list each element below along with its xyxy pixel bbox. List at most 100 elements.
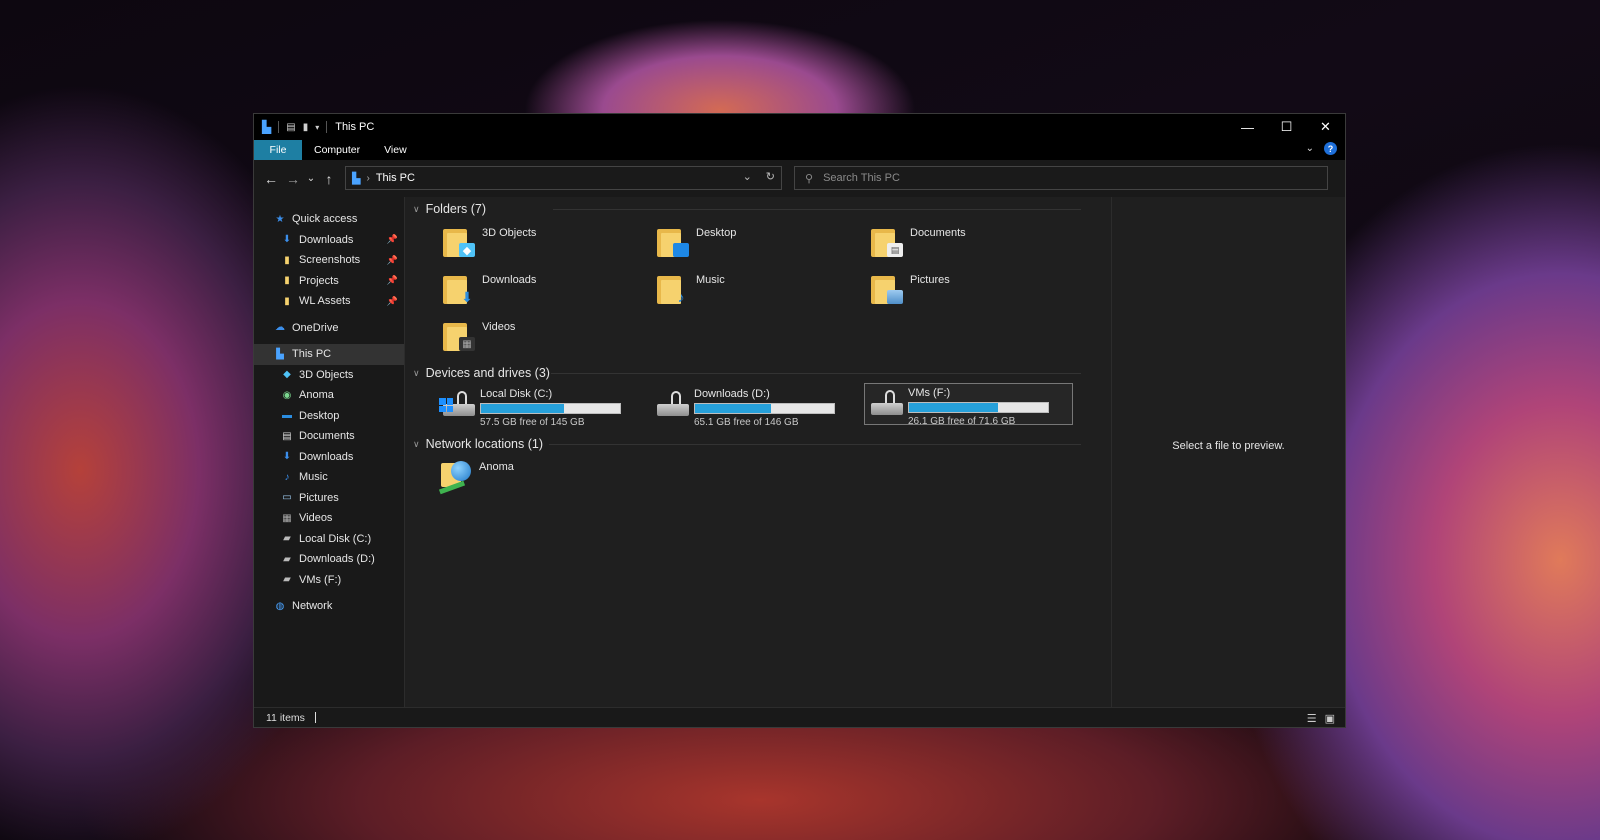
folder-icon: ▮ bbox=[284, 254, 290, 266]
window-controls: — ☐ ✕ bbox=[1228, 114, 1345, 140]
sidebar-item-downloads-pinned[interactable]: ⬇ Downloads 📌 bbox=[254, 230, 404, 251]
pin-icon[interactable]: 📌 bbox=[387, 234, 398, 245]
this-pc-icon: ▙ bbox=[352, 172, 361, 185]
sidebar-item-this-pc[interactable]: ▙ This PC bbox=[254, 344, 404, 365]
sidebar-item-anoma[interactable]: ◉ Anoma bbox=[254, 385, 404, 406]
breadcrumb-separator-icon[interactable]: › bbox=[366, 173, 369, 184]
address-bar[interactable]: ▙ › This PC ⌄ ↻ bbox=[345, 166, 782, 190]
folder-tile-3d-objects[interactable]: ◆ 3D Objects bbox=[443, 225, 536, 257]
customize-toolbar-icon[interactable]: ▾ bbox=[315, 123, 319, 132]
sidebar-item-pictures[interactable]: ▭ Pictures bbox=[254, 488, 404, 509]
cube-icon: ◆ bbox=[283, 369, 291, 381]
drive-tile-downloads-d[interactable]: Downloads (D:) 65.1 GB free of 146 GB bbox=[651, 385, 860, 428]
group-title: Devices and drives (3) bbox=[425, 366, 550, 380]
close-button[interactable]: ✕ bbox=[1306, 114, 1345, 140]
large-icons-view-icon[interactable]: ▣ bbox=[1325, 712, 1335, 725]
sidebar-item-wl-assets[interactable]: ▮ WL Assets 📌 bbox=[254, 291, 404, 312]
sidebar-item-label: Downloads (D:) bbox=[299, 553, 375, 566]
sidebar-item-music[interactable]: ♪ Music bbox=[254, 467, 404, 488]
folder-tile-videos[interactable]: ▦ Videos bbox=[443, 319, 515, 351]
sidebar-item-local-disk-c[interactable]: ▰ Local Disk (C:) bbox=[254, 529, 404, 550]
toolbar-divider bbox=[326, 121, 328, 133]
sidebar-item-vms-f[interactable]: ▰ VMs (F:) bbox=[254, 570, 404, 591]
group-header-network-locations[interactable]: ∨ Network locations (1) bbox=[413, 437, 1081, 451]
help-icon[interactable]: ? bbox=[1324, 142, 1337, 155]
network-folder-globe-icon bbox=[438, 459, 473, 495]
group-title: Folders (7) bbox=[425, 202, 487, 216]
search-box[interactable]: ⚲ bbox=[794, 166, 1328, 190]
drive-tile-local-disk-c[interactable]: Local Disk (C:) 57.5 GB free of 145 GB bbox=[437, 385, 646, 428]
sidebar-item-videos[interactable]: ▦ Videos bbox=[254, 508, 404, 529]
sidebar-item-label: WL Assets bbox=[299, 295, 351, 308]
computer-icon: ▙ bbox=[276, 348, 284, 360]
tile-label: Music bbox=[696, 274, 725, 286]
folder-videos-icon: ▦ bbox=[443, 319, 475, 351]
sidebar-item-label: Music bbox=[299, 471, 328, 484]
drive-free-space: 65.1 GB free of 146 GB bbox=[694, 417, 799, 428]
forward-button[interactable]: → bbox=[282, 171, 304, 187]
group-header-devices-drives[interactable]: ∨ Devices and drives (3) bbox=[413, 366, 1081, 380]
tab-computer[interactable]: Computer bbox=[302, 140, 372, 160]
folder-tile-desktop[interactable]: Desktop bbox=[657, 225, 736, 257]
preview-placeholder: Select a file to preview. bbox=[1172, 440, 1285, 452]
sidebar-item-network[interactable]: ◍ Network bbox=[254, 596, 404, 617]
folder-tile-music[interactable]: ♪ Music bbox=[657, 272, 725, 305]
folder-icon: ▮ bbox=[284, 275, 290, 287]
tab-view[interactable]: View bbox=[372, 140, 419, 160]
expand-ribbon-icon[interactable]: ⌄ bbox=[1306, 143, 1314, 154]
pin-icon[interactable]: 📌 bbox=[387, 255, 398, 266]
collapse-chevron-icon[interactable]: ∨ bbox=[413, 368, 420, 379]
toolbar-divider bbox=[278, 121, 280, 133]
explorer-body: ★ Quick access ⬇ Downloads 📌 ▮ Screensho… bbox=[254, 197, 1345, 707]
address-dropdown-icon[interactable]: ⌄ bbox=[743, 170, 752, 183]
drive-tile-vms-f[interactable]: VMs (F:) 26.1 GB free of 71.6 GB bbox=[864, 383, 1073, 427]
group-divider bbox=[553, 208, 1081, 210]
details-view-icon[interactable]: ☰ bbox=[1307, 712, 1317, 725]
sidebar-item-label: VMs (F:) bbox=[299, 573, 342, 586]
preview-pane: Select a file to preview. bbox=[1111, 197, 1345, 707]
folder-tile-documents[interactable]: ▤ Documents bbox=[871, 225, 966, 257]
minimize-button[interactable]: — bbox=[1228, 114, 1267, 140]
sidebar-item-label: Network bbox=[292, 600, 333, 613]
folder-tile-downloads[interactable]: ⬇ Downloads bbox=[443, 272, 536, 305]
drive-usage-fill bbox=[909, 403, 998, 412]
sidebar-item-desktop[interactable]: ▬ Desktop bbox=[254, 406, 404, 427]
sidebar-item-projects[interactable]: ▮ Projects 📌 bbox=[254, 271, 404, 292]
drive-free-space: 26.1 GB free of 71.6 GB bbox=[908, 416, 1016, 427]
recent-locations-button[interactable]: ⌄ bbox=[304, 173, 318, 184]
drive-icon: ▰ bbox=[283, 533, 291, 545]
group-header-folders[interactable]: ∨ Folders (7) bbox=[413, 202, 1081, 216]
pin-icon[interactable]: 📌 bbox=[387, 296, 398, 307]
sidebar-item-downloads[interactable]: ⬇ Downloads bbox=[254, 447, 404, 468]
folder-tile-pictures[interactable]: Pictures bbox=[871, 272, 950, 304]
maximize-button[interactable]: ☐ bbox=[1267, 114, 1306, 140]
collapse-chevron-icon[interactable]: ∨ bbox=[413, 439, 420, 450]
sidebar-item-label: Desktop bbox=[299, 409, 340, 422]
sidebar-item-documents[interactable]: ▤ Documents bbox=[254, 426, 404, 447]
refresh-icon[interactable]: ↻ bbox=[766, 170, 775, 183]
new-folder-icon[interactable]: ▮ bbox=[303, 122, 309, 133]
back-button[interactable]: ← bbox=[260, 171, 282, 187]
film-icon: ▦ bbox=[282, 512, 292, 524]
download-arrow-icon: ⬇ bbox=[282, 451, 292, 463]
group-divider bbox=[549, 443, 1081, 445]
up-button[interactable]: ↑ bbox=[318, 171, 340, 187]
sidebar-item-downloads-d[interactable]: ▰ Downloads (D:) bbox=[254, 549, 404, 570]
network-location-tile-anoma[interactable]: Anoma bbox=[438, 459, 514, 495]
breadcrumb-this-pc[interactable]: This PC bbox=[376, 172, 415, 184]
properties-icon[interactable]: ▤ bbox=[286, 122, 295, 133]
collapse-chevron-icon[interactable]: ∨ bbox=[413, 204, 420, 215]
sidebar-item-quick-access[interactable]: ★ Quick access bbox=[254, 209, 404, 230]
search-input[interactable] bbox=[823, 172, 1304, 184]
window-title: This PC bbox=[335, 121, 375, 133]
drive-usage-bar bbox=[908, 402, 1049, 413]
sidebar-item-screenshots[interactable]: ▮ Screenshots 📌 bbox=[254, 250, 404, 271]
sidebar-item-onedrive[interactable]: ☁ OneDrive bbox=[254, 318, 404, 339]
sidebar-item-3d-objects[interactable]: ◆ 3D Objects bbox=[254, 365, 404, 386]
quick-access-toolbar: ▙ ▤ ▮ ▾ bbox=[262, 120, 328, 134]
content-pane: ∨ Folders (7) ◆ 3D Objects Desktop ▤ Doc… bbox=[405, 197, 1111, 707]
sidebar-item-label: This PC bbox=[292, 348, 332, 361]
pin-icon[interactable]: 📌 bbox=[387, 275, 398, 286]
tab-file[interactable]: File bbox=[254, 140, 302, 160]
tile-label: Pictures bbox=[910, 274, 950, 286]
